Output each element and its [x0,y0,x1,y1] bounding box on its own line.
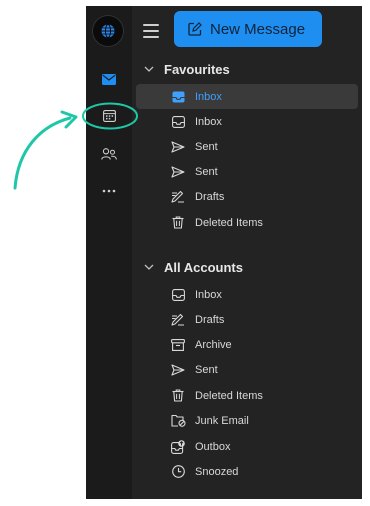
folder-item-label: Sent [195,165,218,178]
all-accounts-header[interactable]: All Accounts [132,256,362,278]
arrow-head [60,110,78,129]
calendar-icon [102,110,116,122]
new-message-label: New Message [210,20,306,38]
archive-icon [170,337,186,353]
hamburger-menu-button[interactable] [143,24,159,38]
folder-item-sent[interactable]: Sent [132,357,362,382]
rail-more-button[interactable] [96,180,122,202]
globe-icon [101,24,115,38]
folder-item-label: Junk Email [195,414,249,427]
folder-item-label: Sent [195,363,218,376]
folder-item-deleted-items[interactable]: Deleted Items [132,383,362,408]
inbox-icon [170,287,186,303]
folder-pane: New Message Favourites Inbox Inbox Sent … [132,6,362,499]
sent-icon [170,164,186,180]
folder-item-label: Archive [195,338,232,351]
folder-item-junk-email[interactable]: Junk Email [132,408,362,433]
favourites-header[interactable]: Favourites [132,58,362,80]
all-accounts-title: All Accounts [164,259,243,275]
compose-icon [188,22,202,36]
rail-mail-button[interactable] [96,68,122,90]
sent-icon [170,362,186,378]
new-message-button[interactable]: New Message [174,11,322,47]
trash-icon [170,388,186,404]
app-rail [86,6,132,499]
inbox-icon [170,114,186,130]
inbox-icon [170,89,186,105]
folder-item-label: Inbox [195,90,222,103]
folder-item-label: Inbox [195,288,222,301]
folder-item-inbox[interactable]: Inbox [132,109,362,134]
folder-item-drafts[interactable]: Drafts [132,184,362,209]
trash-icon [170,215,186,231]
mail-icon [102,73,116,85]
folder-item-label: Sent [195,140,218,153]
rail-calendar-button[interactable] [96,105,122,127]
folder-item-inbox[interactable]: Inbox [136,84,358,109]
people-icon [101,148,117,160]
folder-item-sent[interactable]: Sent [132,134,362,159]
folder-item-label: Outbox [195,440,231,453]
junk-icon [170,413,186,429]
favourites-title: Favourites [164,61,230,77]
folder-item-deleted-items[interactable]: Deleted Items [132,210,362,235]
folder-item-label: Snoozed [195,465,239,478]
folder-item-label: Inbox [195,115,222,128]
pointer-arrow [13,116,72,190]
chevron-down-icon [144,66,156,72]
outbox-icon [170,439,186,455]
folder-item-archive[interactable]: Archive [132,332,362,357]
drafts-icon [170,312,186,328]
more-icon [102,189,116,193]
folder-item-outbox[interactable]: Outbox [132,434,362,459]
folder-item-label: Deleted Items [195,389,263,402]
folder-item-inbox[interactable]: Inbox [132,282,362,307]
folder-item-label: Drafts [195,190,225,203]
sent-icon [170,139,186,155]
account-avatar[interactable] [92,15,124,47]
rail-people-button[interactable] [96,143,122,165]
folder-item-sent[interactable]: Sent [132,159,362,184]
folder-item-drafts[interactable]: Drafts [132,307,362,332]
folder-item-label: Drafts [195,313,225,326]
snoozed-icon [170,464,186,480]
folder-item-label: Deleted Items [195,216,263,229]
mail-app-window: New Message Favourites Inbox Inbox Sent … [86,6,362,499]
drafts-icon [170,189,186,205]
chevron-down-icon [144,264,156,270]
folder-item-snoozed[interactable]: Snoozed [132,459,362,484]
